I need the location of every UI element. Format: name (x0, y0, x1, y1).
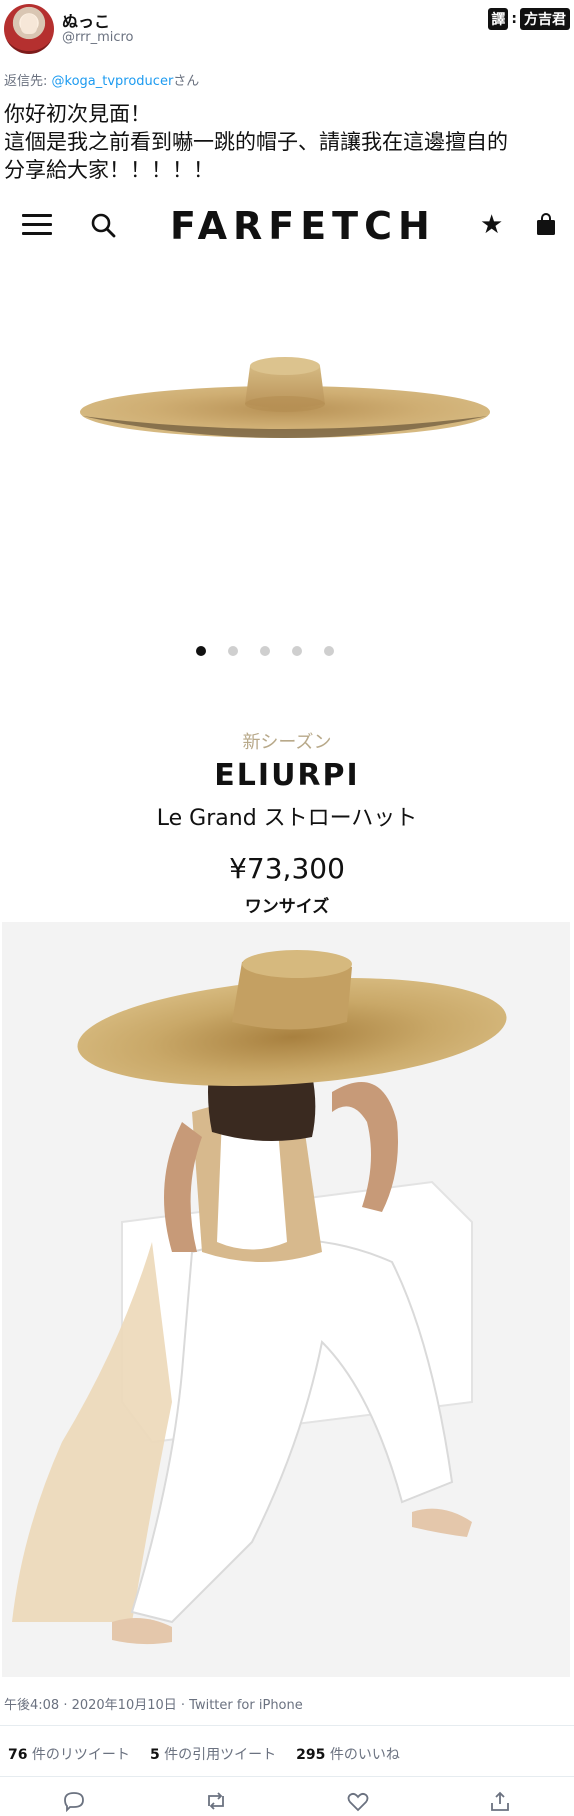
display-name[interactable]: ぬっこ (62, 8, 110, 32)
reply-mention-link[interactable]: @koga_tvproducer (52, 74, 174, 89)
divider (0, 1725, 574, 1726)
translator-watermark: 譯 : 方吉君 (488, 8, 570, 30)
carousel-dot[interactable] (324, 646, 334, 656)
reply-suffix: さん (173, 74, 200, 89)
watermark-label: 譯 (488, 8, 509, 30)
product-size[interactable]: ワンサイズ (0, 892, 574, 917)
watermark-name: 方吉君 (520, 8, 570, 30)
carousel-dot[interactable] (196, 646, 206, 656)
carousel-dot[interactable] (228, 646, 238, 656)
star-icon[interactable]: ★ (480, 210, 503, 240)
user-handle[interactable]: @rrr_micro (62, 30, 134, 45)
product-hat-image[interactable] (80, 350, 490, 450)
like-icon[interactable] (346, 1790, 370, 1812)
reply-prefix: 返信先: (4, 74, 52, 89)
retweet-count[interactable]: 76 件のリツイート (8, 1744, 130, 1764)
divider (0, 1776, 574, 1777)
tweet-text-line: 你好初次見面！ (4, 102, 151, 126)
retweet-icon[interactable] (204, 1790, 228, 1812)
avatar[interactable] (4, 4, 54, 54)
like-count[interactable]: 295 件のいいね (296, 1744, 400, 1764)
carousel-dot[interactable] (292, 646, 302, 656)
tweet-action-bar (0, 1786, 574, 1816)
tweet-text-line: 分享給大家！！！！！ (4, 158, 214, 182)
hamburger-menu-icon[interactable] (22, 214, 52, 236)
search-icon[interactable] (90, 212, 116, 238)
farfetch-logo[interactable]: FARFETCH (170, 204, 430, 248)
reply-icon[interactable] (62, 1790, 86, 1812)
carousel-dot[interactable] (260, 646, 270, 656)
farfetch-nav-bar: FARFETCH ★ (0, 200, 574, 250)
tweet-stats: 76 件のリツイート 5 件の引用ツイート 295 件のいいね (8, 1744, 400, 1764)
shopping-bag-icon[interactable] (534, 212, 558, 236)
tweet-text: 你好初次見面！ 這個是我之前看到嚇一跳的帽子、請讓我在這邊擅自的 分享給大家！！… (4, 100, 564, 184)
tweet-header: ぬっこ @rrr_micro 譯 : 方吉君 (0, 0, 574, 64)
quote-count[interactable]: 5 件の引用ツイート (150, 1744, 276, 1764)
product-name: Le Grand ストローハット (156, 806, 418, 831)
share-icon[interactable] (488, 1790, 512, 1812)
product-price: ¥73,300 (229, 852, 345, 885)
image-carousel-dots (196, 646, 334, 656)
tweet-text-line: 這個是我之前看到嚇一跳的帽子、請讓我在這邊擅自的 (4, 130, 508, 154)
model-wearing-hat-photo[interactable] (2, 922, 570, 1677)
watermark-separator: : (511, 11, 517, 27)
tweet-timestamp[interactable]: 午後4:08 · 2020年10月10日 · Twitter for iPhon… (4, 1694, 303, 1713)
brand-name[interactable]: ELIURPI (0, 758, 574, 793)
reply-context: 返信先: @koga_tvproducerさん (4, 70, 199, 89)
season-label: 新シーズン (242, 732, 332, 753)
